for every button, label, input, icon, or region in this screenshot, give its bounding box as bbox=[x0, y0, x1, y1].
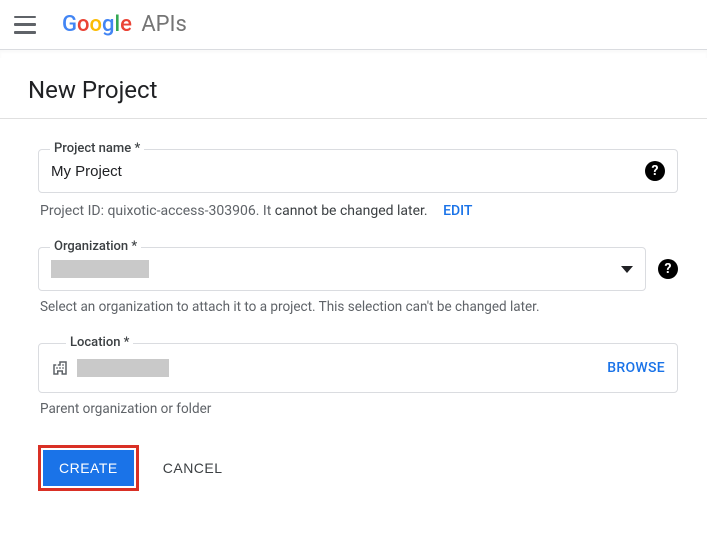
menu-icon[interactable] bbox=[14, 16, 36, 34]
location-value-redacted bbox=[77, 359, 169, 377]
organization-value-redacted bbox=[51, 260, 149, 278]
project-name-input[interactable] bbox=[51, 163, 645, 180]
google-apis-logo: Google APIs bbox=[62, 12, 187, 37]
organization-helper: Select an organization to attach it to a… bbox=[40, 299, 678, 315]
help-icon[interactable]: ? bbox=[645, 161, 665, 181]
project-id-line: Project ID: quixotic-access-303906. It c… bbox=[40, 203, 678, 219]
edit-project-id-link[interactable]: EDIT bbox=[443, 203, 472, 219]
create-button[interactable]: CREATE bbox=[43, 450, 134, 486]
help-icon[interactable]: ? bbox=[658, 259, 678, 279]
organization-label: Organization * bbox=[50, 239, 141, 254]
action-row: CREATE CANCEL bbox=[38, 445, 678, 491]
location-field: Location * BROWSE bbox=[38, 343, 678, 393]
building-icon bbox=[51, 359, 69, 377]
project-name-field: Project name * ? bbox=[38, 149, 678, 193]
top-bar: Google APIs bbox=[0, 0, 707, 50]
cancel-button[interactable]: CANCEL bbox=[163, 460, 223, 476]
browse-button[interactable]: BROWSE bbox=[607, 360, 665, 376]
project-name-label: Project name * bbox=[50, 141, 144, 156]
chevron-down-icon bbox=[621, 266, 633, 273]
location-helper: Parent organization or folder bbox=[40, 401, 678, 417]
divider bbox=[0, 118, 707, 119]
page-title: New Project bbox=[28, 76, 679, 104]
create-highlight: CREATE bbox=[38, 445, 139, 491]
organization-field: Organization * ? bbox=[38, 247, 678, 291]
location-label: Location * bbox=[66, 335, 133, 350]
